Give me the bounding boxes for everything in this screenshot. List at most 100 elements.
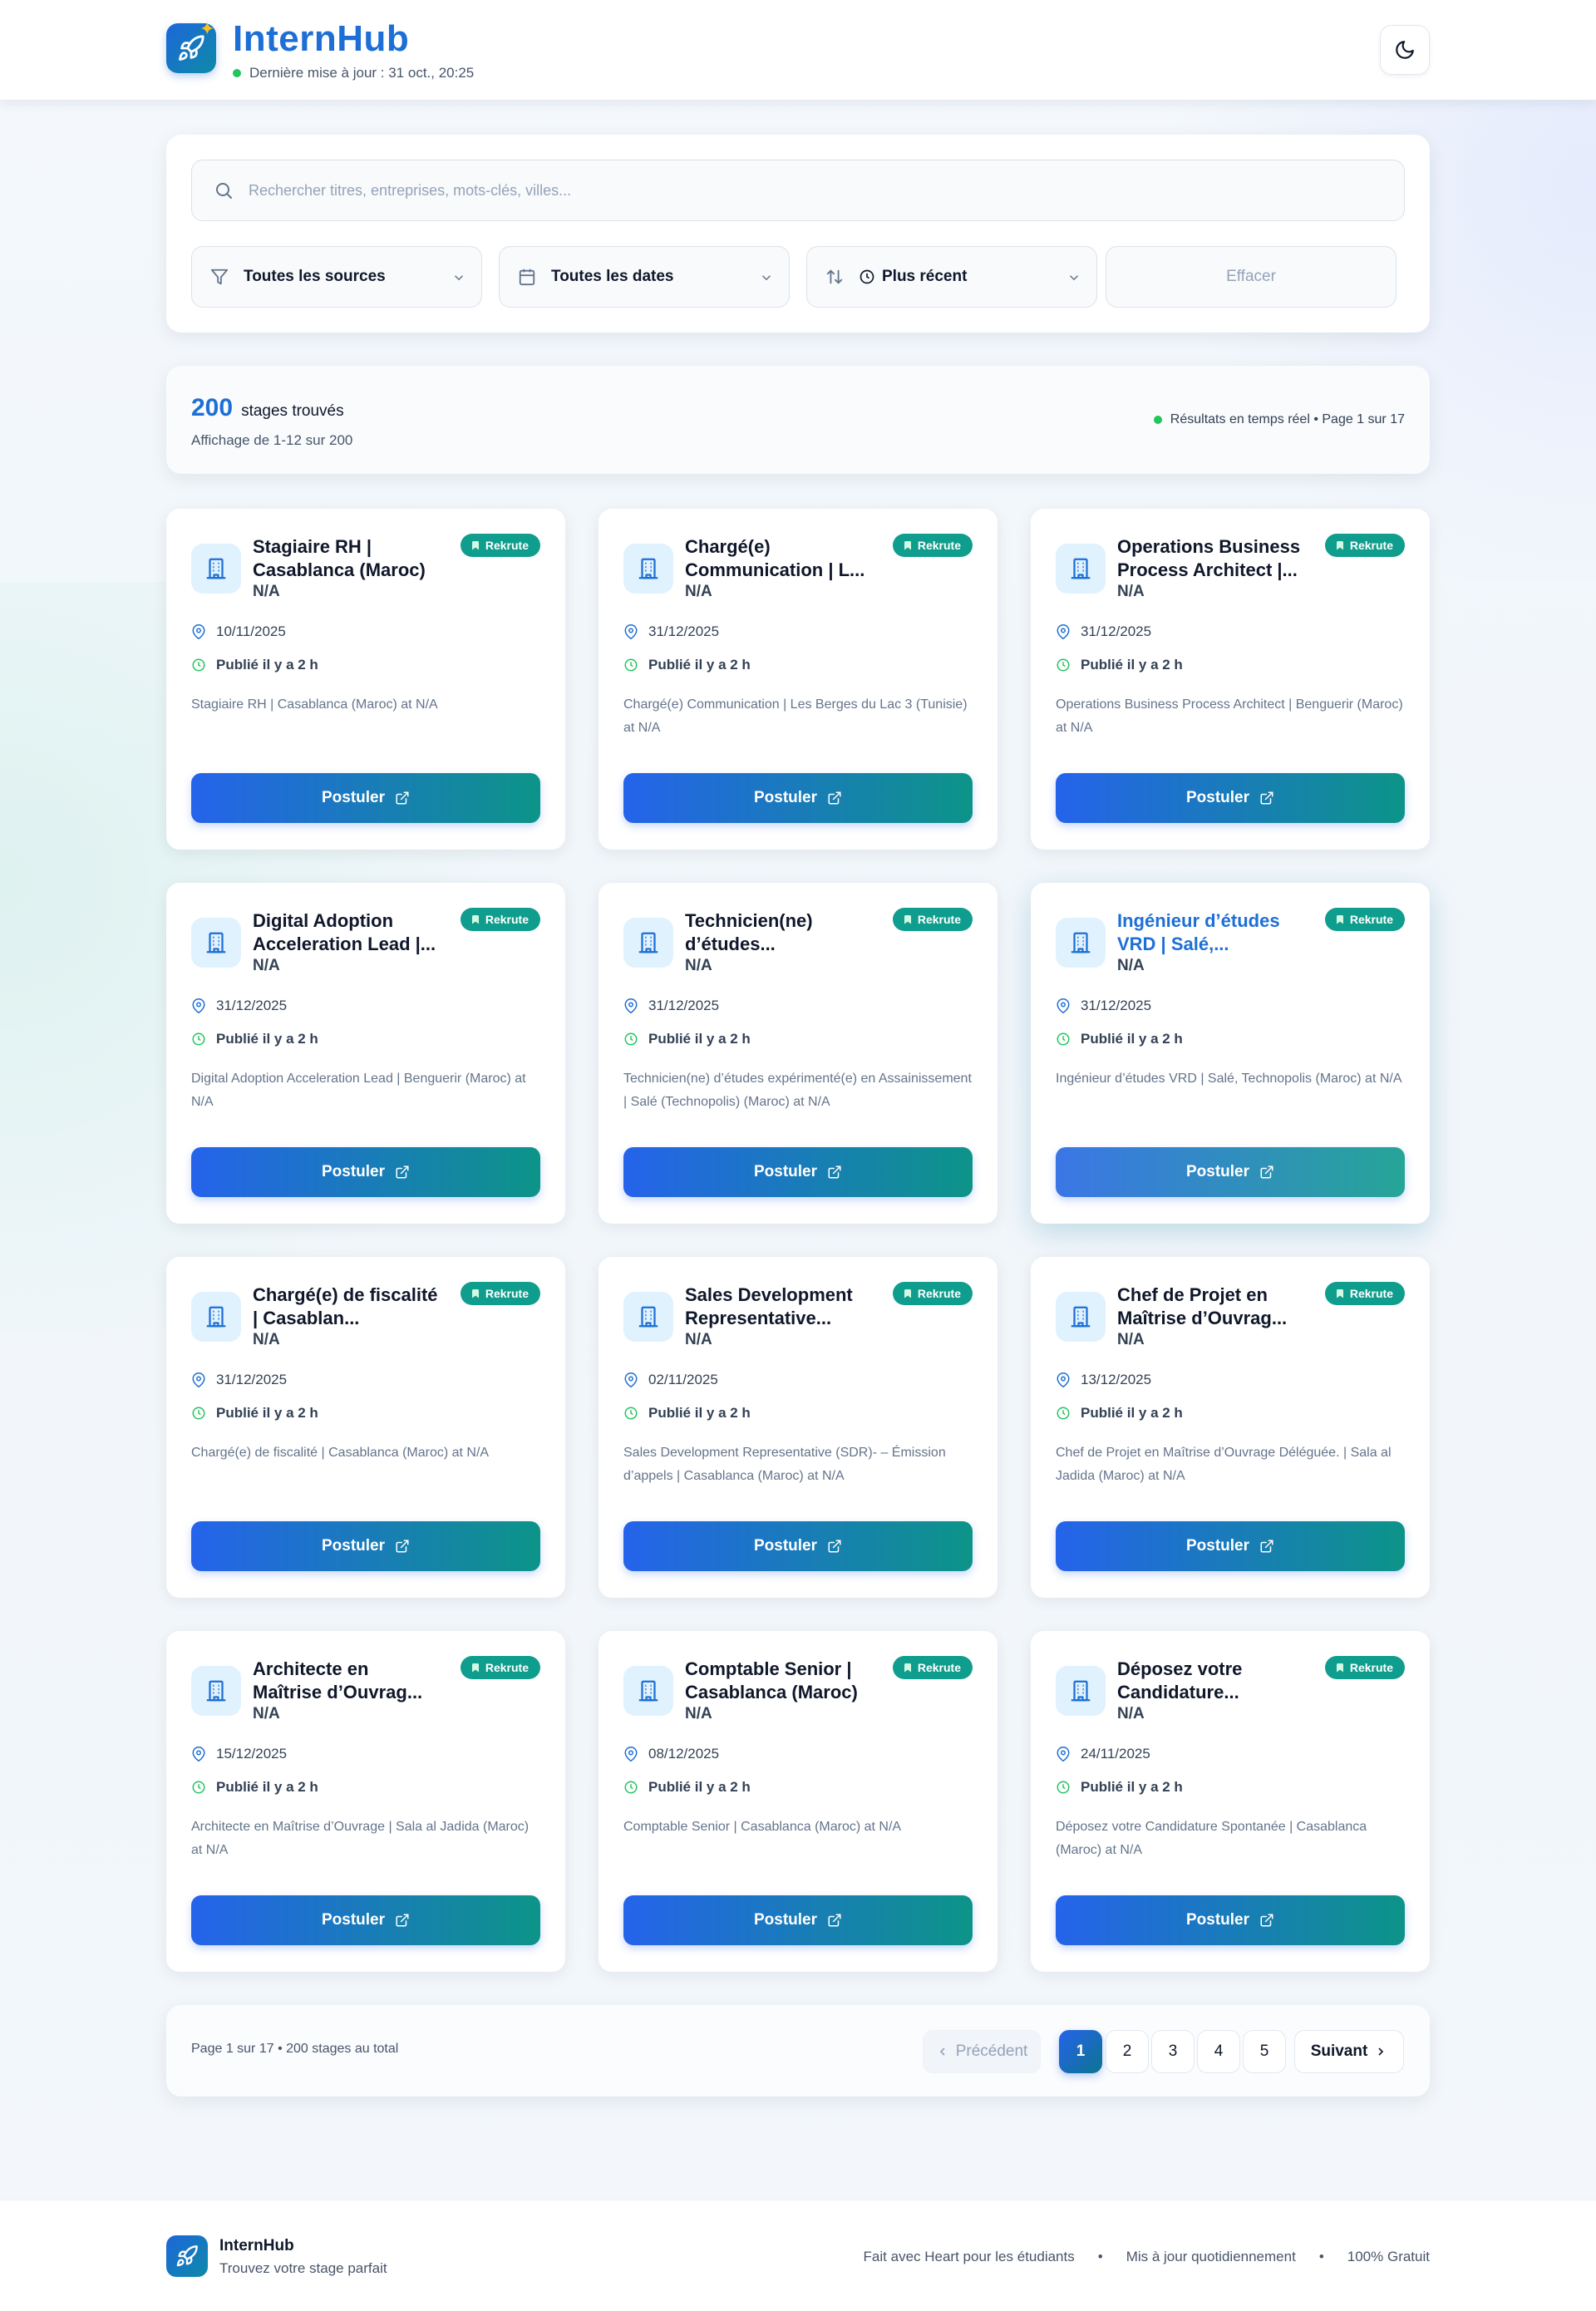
job-title[interactable]: Digital Adoption Acceleration Lead |... bbox=[253, 909, 441, 956]
job-title[interactable]: Chef de Projet en Maîtrise d’Ouvrag... bbox=[1117, 1284, 1305, 1330]
footer-made-with: Fait avec Heart pour les étudiants bbox=[863, 2249, 1075, 2264]
apply-button[interactable]: Postuler bbox=[1056, 1521, 1405, 1571]
job-card[interactable]: Chargé(e) de fiscalité | Casablan... N/A R… bbox=[166, 1257, 565, 1598]
footer-logo[interactable] bbox=[166, 2235, 208, 2277]
bookmark-icon bbox=[903, 1663, 913, 1673]
chevron-left-icon bbox=[939, 2047, 945, 2056]
job-title[interactable]: Chargé(e) de fiscalité | Casablan... bbox=[253, 1284, 441, 1330]
source-badge-label: Rekrute bbox=[1349, 1287, 1393, 1300]
bookmark-icon bbox=[1335, 1289, 1345, 1298]
job-card[interactable]: Operations Business Process Architect |.… bbox=[1031, 509, 1430, 850]
job-company: N/A bbox=[685, 957, 712, 974]
job-posted-row: Publié il y a 2 h bbox=[191, 1405, 318, 1422]
clock-icon bbox=[191, 658, 206, 673]
job-date: 31/12/2025 bbox=[1081, 998, 1152, 1013]
source-badge-label: Rekrute bbox=[485, 913, 529, 926]
apply-button[interactable]: Postuler bbox=[1056, 773, 1405, 823]
job-title[interactable]: Chargé(e) Communication | L... bbox=[685, 535, 873, 582]
job-card[interactable]: Chargé(e) Communication | L... N/A Rekrute… bbox=[598, 509, 998, 850]
job-title[interactable]: Operations Business Process Architect |.… bbox=[1117, 535, 1305, 582]
job-posted-row: Publié il y a 2 h bbox=[1056, 1405, 1183, 1422]
job-title[interactable]: Déposez votre Candidature... bbox=[1117, 1658, 1305, 1704]
source-badge: Rekrute bbox=[460, 1656, 540, 1679]
job-posted: Publié il y a 2 h bbox=[216, 1405, 318, 1421]
external-link-icon bbox=[1259, 791, 1274, 806]
page-3-button[interactable]: 3 bbox=[1151, 2030, 1195, 2073]
job-card[interactable]: Ingénieur d’études VRD | Salé,... N/A Rekr… bbox=[1031, 883, 1430, 1224]
date-filter-select[interactable]: Toutes les dates bbox=[499, 246, 790, 308]
chevron-down-icon bbox=[1069, 275, 1079, 281]
job-company: N/A bbox=[1117, 957, 1145, 974]
job-card[interactable]: Comptable Senior | Casablanca (Maroc) N/A… bbox=[598, 1631, 998, 1972]
apply-button[interactable]: Postuler bbox=[1056, 1147, 1405, 1197]
job-company: N/A bbox=[1117, 583, 1145, 600]
apply-button[interactable]: Postuler bbox=[191, 1895, 540, 1945]
apply-button[interactable]: Postuler bbox=[1056, 1895, 1405, 1945]
job-title[interactable]: Comptable Senior | Casablanca (Maroc) bbox=[685, 1658, 873, 1704]
theme-toggle-button[interactable] bbox=[1380, 25, 1430, 75]
building-icon bbox=[1056, 918, 1106, 968]
apply-button[interactable]: Postuler bbox=[191, 1147, 540, 1197]
job-title[interactable]: Stagiaire RH | Casablanca (Maroc) bbox=[253, 535, 441, 582]
source-filter-select[interactable]: Toutes les sources bbox=[191, 246, 482, 308]
bookmark-icon bbox=[903, 540, 913, 550]
location-pin-icon bbox=[623, 624, 638, 639]
apply-button[interactable]: Postuler bbox=[623, 1895, 973, 1945]
source-badge: Rekrute bbox=[460, 1282, 540, 1305]
job-card[interactable]: Digital Adoption Acceleration Lead |... N… bbox=[166, 883, 565, 1224]
job-description: Chargé(e) Communication | Les Berges du … bbox=[623, 697, 968, 735]
page-4-button[interactable]: 4 bbox=[1197, 2030, 1240, 2073]
apply-button[interactable]: Postuler bbox=[623, 1147, 973, 1197]
footer-tagline: Trouvez votre stage parfait bbox=[219, 2260, 387, 2276]
search-input[interactable] bbox=[249, 181, 1404, 200]
apply-button[interactable]: Postuler bbox=[623, 1521, 973, 1571]
apply-button[interactable]: Postuler bbox=[191, 773, 540, 823]
apply-label: Postuler bbox=[321, 1537, 386, 1555]
page-1-button[interactable]: 1 bbox=[1059, 2030, 1102, 2073]
apply-button[interactable]: Postuler bbox=[191, 1521, 540, 1571]
filter-icon bbox=[210, 268, 229, 286]
job-title[interactable]: Technicien(ne) d’études... bbox=[685, 909, 873, 956]
job-date-row: 31/12/2025 bbox=[1056, 623, 1151, 640]
clear-filters-button[interactable]: Effacer bbox=[1106, 246, 1396, 308]
job-date-row: 15/12/2025 bbox=[191, 1746, 287, 1762]
page-5-button[interactable]: 5 bbox=[1243, 2030, 1286, 2073]
sort-select[interactable]: Plus récent bbox=[806, 246, 1097, 308]
clock-icon bbox=[623, 1032, 638, 1047]
job-title[interactable]: Sales Development Representative... bbox=[685, 1284, 873, 1330]
job-card[interactable]: Chef de Projet en Maîtrise d’Ouvrag... N/… bbox=[1031, 1257, 1430, 1598]
rocket-icon bbox=[176, 2245, 198, 2267]
job-posted: Publié il y a 2 h bbox=[1081, 657, 1183, 673]
moon-icon bbox=[1396, 41, 1414, 59]
job-posted-row: Publié il y a 2 h bbox=[1056, 1779, 1183, 1796]
apply-label: Postuler bbox=[321, 1911, 386, 1929]
external-link-icon bbox=[1259, 1165, 1274, 1180]
job-card[interactable]: Déposez votre Candidature... N/A Rekrute 24… bbox=[1031, 1631, 1430, 1972]
external-link-icon bbox=[395, 791, 410, 806]
clock-icon bbox=[191, 1780, 206, 1795]
page-2-button[interactable]: 2 bbox=[1106, 2030, 1149, 2073]
external-link-icon bbox=[1259, 1539, 1274, 1554]
job-title[interactable]: Ingénieur d’études VRD | Salé,... bbox=[1117, 909, 1305, 956]
job-card[interactable]: Architecte en Maîtrise d’Ouvrag... N/A Rek… bbox=[166, 1631, 565, 1972]
job-title[interactable]: Architecte en Maîtrise d’Ouvrag... bbox=[253, 1658, 441, 1704]
source-badge: Rekrute bbox=[892, 534, 973, 557]
job-posted: Publié il y a 2 h bbox=[216, 1779, 318, 1795]
job-card[interactable]: Technicien(ne) d’études... N/A Rekrute 31/1… bbox=[598, 883, 998, 1224]
previous-page-button[interactable]: Précédent bbox=[923, 2030, 1041, 2073]
bookmark-icon bbox=[470, 540, 480, 550]
results-count-label: stages trouvés bbox=[241, 402, 344, 420]
job-posted-row: Publié il y a 2 h bbox=[191, 657, 318, 673]
job-card[interactable]: Stagiaire RH | Casablanca (Maroc) N/A Rekr… bbox=[166, 509, 565, 850]
apply-label: Postuler bbox=[1185, 1537, 1250, 1555]
job-posted-row: Publié il y a 2 h bbox=[191, 1779, 318, 1796]
status-dot-icon bbox=[1153, 416, 1162, 424]
external-link-icon bbox=[395, 1913, 410, 1928]
job-date-row: 08/12/2025 bbox=[623, 1746, 719, 1762]
next-page-button[interactable]: Suivant bbox=[1294, 2030, 1404, 2073]
search-box[interactable] bbox=[191, 160, 1405, 221]
apply-button[interactable]: Postuler bbox=[623, 773, 973, 823]
job-company: N/A bbox=[1117, 1331, 1145, 1348]
location-pin-icon bbox=[191, 1747, 206, 1762]
job-card[interactable]: Sales Development Representative... N/A Re… bbox=[598, 1257, 998, 1598]
